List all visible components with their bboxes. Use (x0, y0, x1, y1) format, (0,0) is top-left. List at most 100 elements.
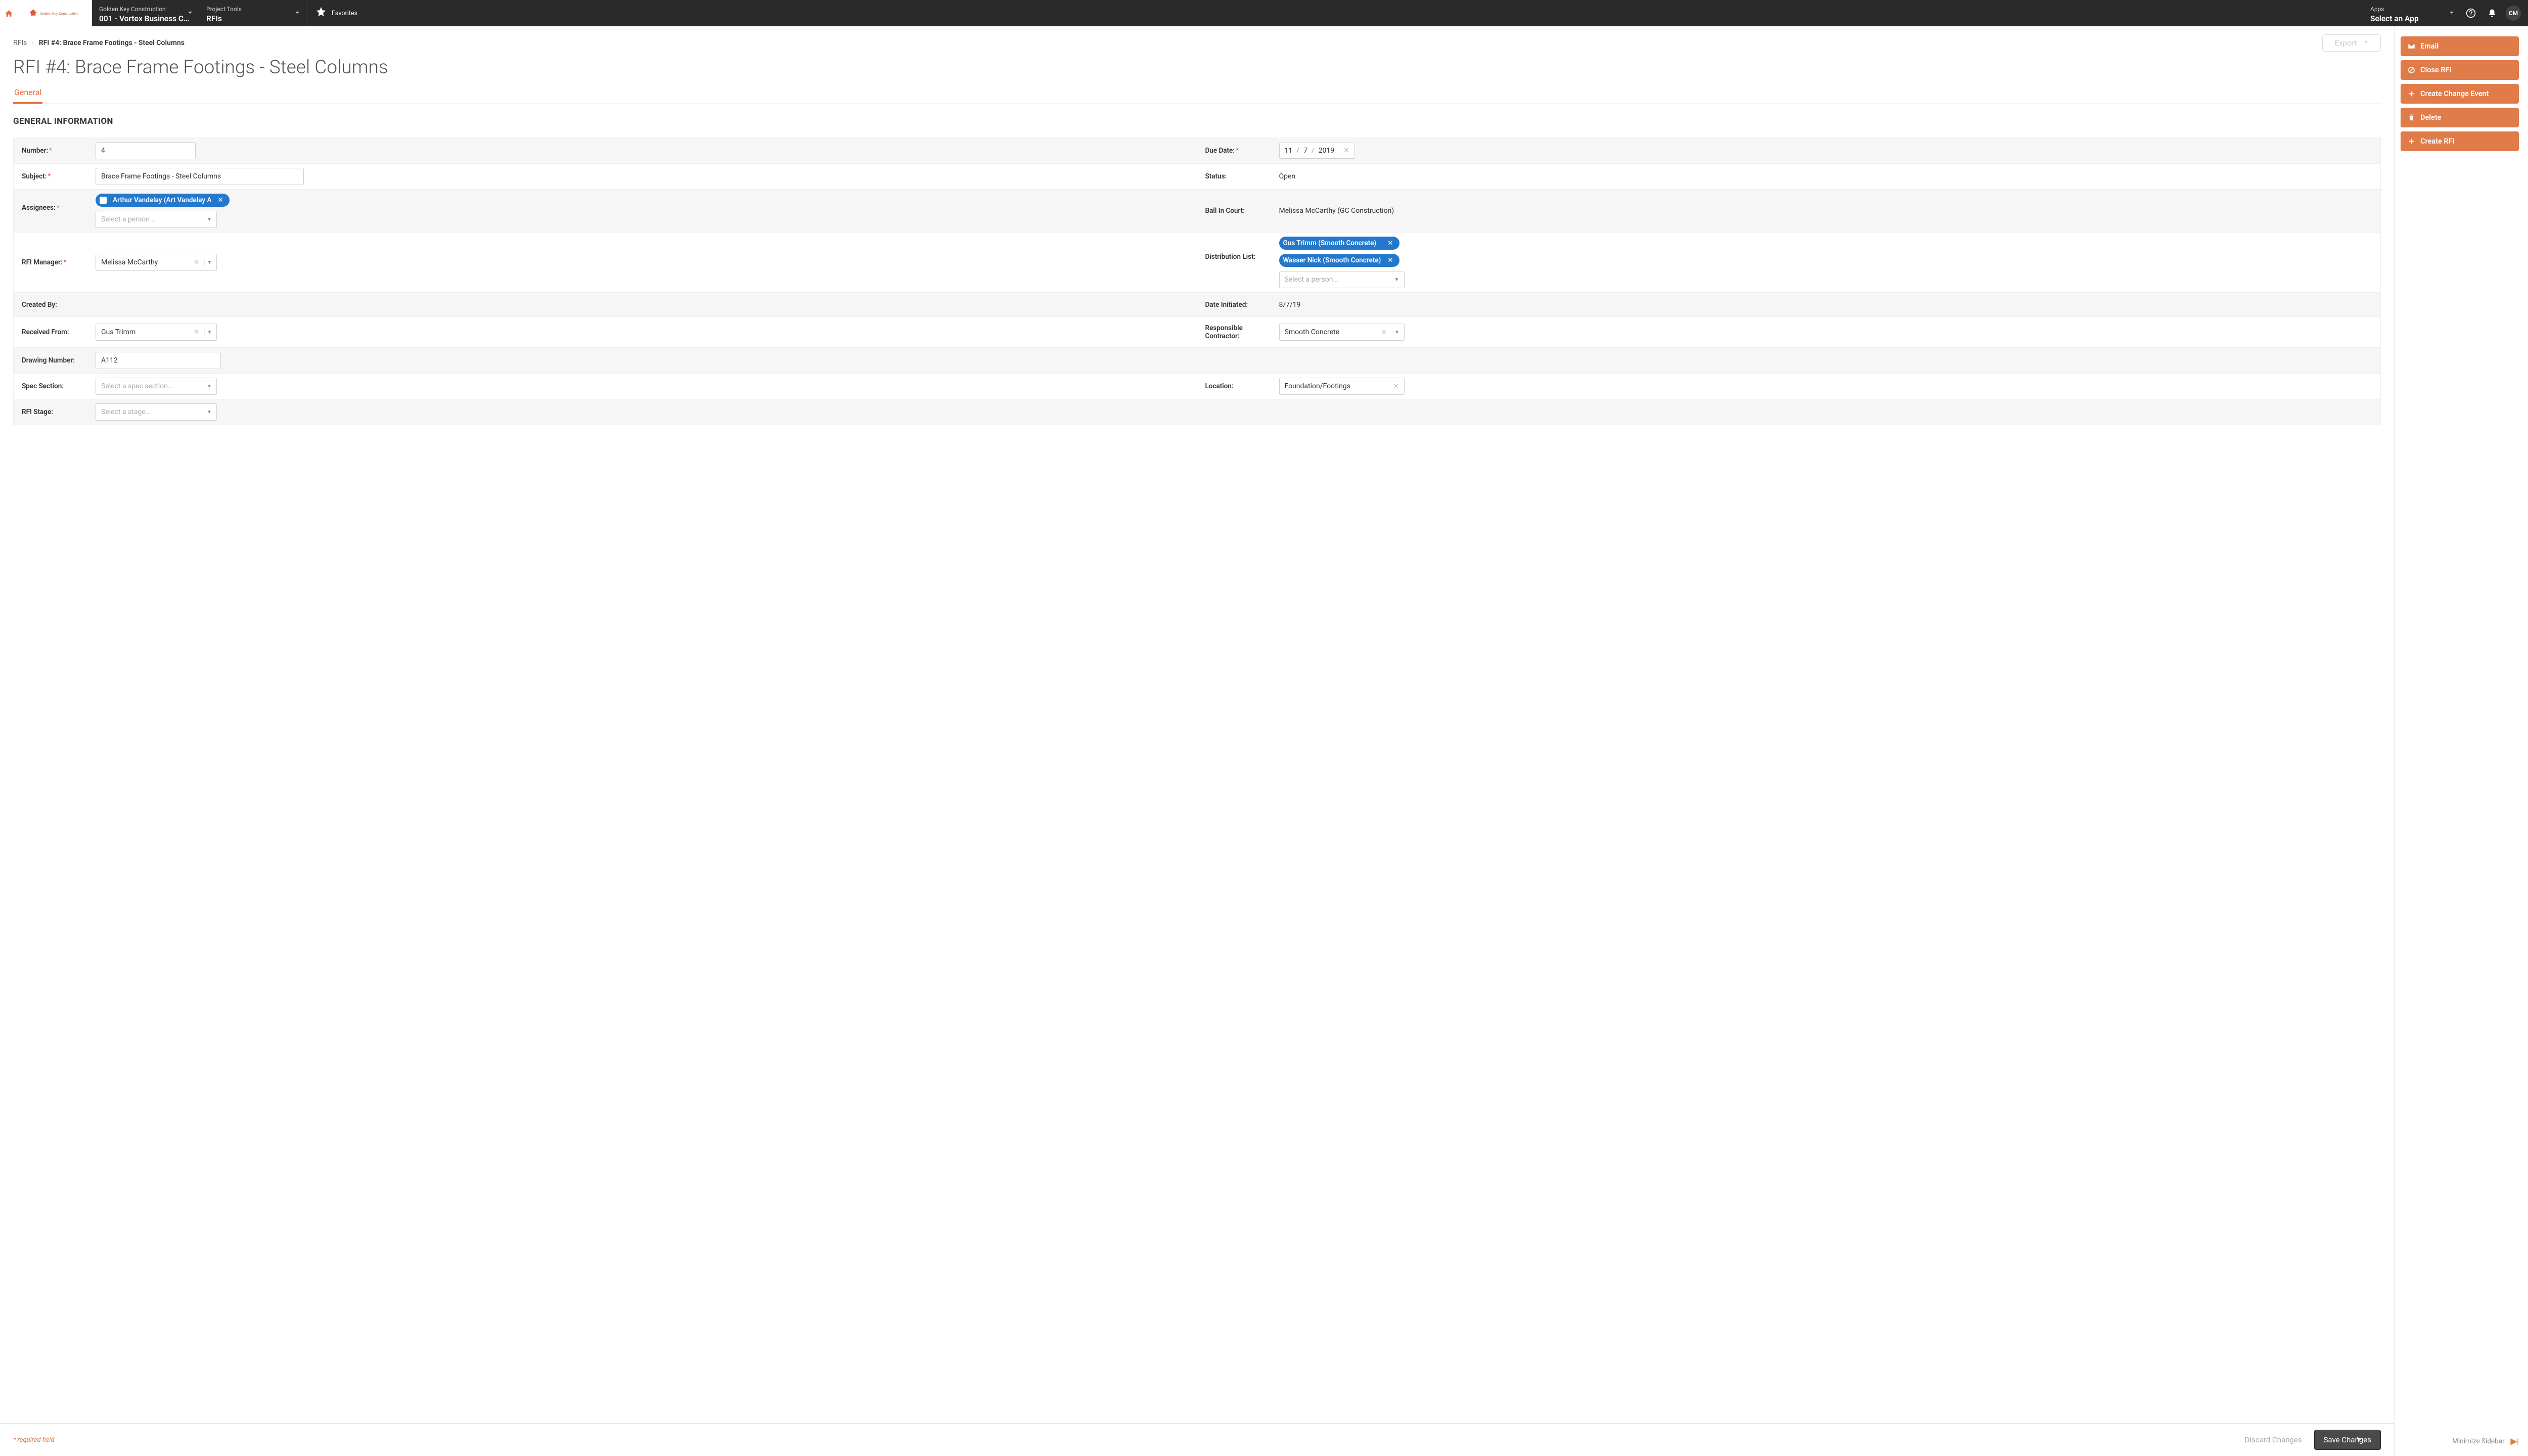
cursor-icon (2356, 1435, 2363, 1444)
responsible-contractor-combo[interactable]: Smooth Concrete ✕ ▼ (1279, 324, 1405, 341)
drawing-number-input[interactable] (96, 352, 221, 369)
apps-selector[interactable]: Apps Select an App (2363, 0, 2460, 26)
minimize-sidebar-button[interactable]: Minimize Sidebar ▶| (2401, 1426, 2519, 1446)
caret-down-icon: ▼ (204, 329, 214, 336)
distribution-add-combo[interactable]: Select a person... ▼ (1279, 271, 1405, 288)
created-by-value (96, 298, 1197, 312)
user-avatar[interactable]: CM (2506, 6, 2521, 21)
clear-date-icon[interactable]: ✕ (1343, 147, 1349, 155)
remove-chip-icon[interactable]: ✕ (1386, 256, 1394, 264)
row-rfi-stage: RFI Stage: Select a stage... ▼ (14, 399, 2380, 425)
assignee-chip-label: Arthur Vandelay (Art Vandelay A (113, 196, 212, 204)
favorites-label: Favorites (332, 10, 357, 17)
caret-down-icon (2449, 9, 2454, 17)
footer-bar: * required field Discard Changes Save Ch… (0, 1423, 2394, 1456)
favorites-button[interactable]: Favorites (306, 0, 367, 26)
clear-icon[interactable]: ✕ (1390, 383, 1402, 390)
breadcrumb: RFIs › RFI #4: Brace Frame Footings - St… (13, 39, 2322, 47)
label-ball-in-court: Ball In Court: (1197, 200, 1279, 222)
distribution-chip-label: Gus Trimm (Smooth Concrete) (1283, 239, 1377, 247)
label-distribution-list: Distribution List: (1197, 233, 1279, 268)
home-button[interactable] (0, 0, 17, 26)
star-icon (315, 6, 327, 20)
label-created-by: Created By: (14, 294, 96, 316)
collapse-icon: ▶| (2511, 1436, 2519, 1446)
delete-button[interactable]: Delete (2401, 108, 2519, 127)
clear-icon[interactable]: ✕ (191, 259, 202, 266)
avatar-initials: CM (2509, 10, 2518, 17)
spec-section-combo[interactable]: Select a spec section... ▼ (96, 378, 217, 395)
tab-general[interactable]: General (13, 87, 42, 104)
apps-selector-label: Apps (2370, 6, 2453, 13)
label-status: Status: (1197, 165, 1279, 188)
distribution-chip-label: Wasser Nick (Smooth Concrete) (1283, 256, 1381, 264)
save-changes-button[interactable]: Save Changes (2314, 1430, 2381, 1450)
project-selector-label: Golden Key Construction (99, 6, 192, 13)
company-logo[interactable]: Golden Key Construction (17, 0, 92, 26)
label-assignees: Assignees:* (14, 190, 96, 219)
tool-selector[interactable]: Project Tools RFIs (199, 0, 306, 26)
combo-placeholder: Select a person... (1285, 276, 1390, 284)
location-combo[interactable]: Foundation/Footings ✕ (1279, 378, 1405, 395)
required-field-note: * required field (13, 1436, 55, 1444)
general-form: Number:* Due Date:* 11 / 7 / (13, 138, 2381, 425)
tool-selector-label: Project Tools (206, 6, 299, 13)
distribution-chip: Wasser Nick (Smooth Concrete) ✕ (1279, 254, 1400, 267)
label-received-from: Received From: (14, 321, 96, 343)
combo-placeholder: Select a spec section... (101, 382, 202, 390)
date-month: 11 (1285, 147, 1293, 155)
label-rfi-manager: RFI Manager:* (14, 251, 96, 274)
assignee-chip: Arthur Vandelay (Art Vandelay A ✕ (96, 194, 230, 207)
caret-down-icon: ▼ (1392, 329, 1402, 336)
row-assignees-ballincourt: Assignees:* Arthur Vandelay (Art Vandela… (14, 190, 2380, 233)
combo-placeholder: Select a stage... (101, 408, 202, 416)
discard-changes-button[interactable]: Discard Changes (2238, 1430, 2309, 1449)
svg-text:Golden Key Construction: Golden Key Construction (40, 12, 77, 16)
create-change-event-label: Create Change Event (2420, 89, 2489, 98)
right-sidebar: Email Close RFI Create Change Event Dele… (2395, 26, 2528, 1456)
create-rfi-button[interactable]: Create RFI (2401, 131, 2519, 151)
label-date-initiated: Date Initiated: (1197, 294, 1279, 316)
breadcrumb-root[interactable]: RFIs (13, 39, 27, 47)
email-label: Email (2420, 42, 2439, 51)
clear-icon[interactable]: ✕ (191, 329, 202, 336)
subject-input[interactable] (96, 168, 304, 185)
assignee-add-combo[interactable]: Select a person... ▼ (96, 211, 217, 228)
project-selector[interactable]: Golden Key Construction 001 - Vortex Bus… (92, 0, 199, 26)
due-date-input[interactable]: 11 / 7 / 2019 ✕ (1279, 143, 1355, 159)
number-input[interactable] (96, 142, 196, 159)
create-rfi-label: Create RFI (2420, 137, 2455, 146)
remove-chip-icon[interactable]: ✕ (1386, 239, 1394, 247)
received-from-combo[interactable]: Gus Trimm ✕ ▼ (96, 324, 217, 341)
tab-bar: General (13, 87, 2381, 104)
row-manager-distribution: RFI Manager:* Melissa McCarthy ✕ ▼ Distr… (14, 233, 2380, 293)
row-receivedfrom-contractor: Received From: Gus Trimm ✕ ▼ Responsible… (14, 317, 2380, 348)
label-subject: Subject:* (14, 165, 96, 188)
breadcrumb-current: RFI #4: Brace Frame Footings - Steel Col… (39, 39, 185, 47)
label-due-date: Due Date:* (1197, 140, 1279, 162)
notifications-button[interactable] (2481, 0, 2503, 26)
export-label: Export (2335, 38, 2357, 48)
date-initiated-value: 8/7/19 (1279, 294, 2381, 316)
breadcrumb-row: RFIs › RFI #4: Brace Frame Footings - St… (13, 34, 2381, 52)
email-button[interactable]: Email (2401, 36, 2519, 56)
create-change-event-button[interactable]: Create Change Event (2401, 84, 2519, 104)
row-drawing-number: Drawing Number: (14, 348, 2380, 374)
rfi-stage-combo[interactable]: Select a stage... ▼ (96, 403, 217, 421)
caret-down-icon (2364, 40, 2368, 46)
combo-value: Foundation/Footings (1285, 382, 1388, 390)
caret-down-icon: ▼ (204, 408, 214, 416)
label-responsible-contractor: Responsible Contractor: (1197, 317, 1279, 347)
close-rfi-button[interactable]: Close RFI (2401, 60, 2519, 80)
remove-chip-icon[interactable]: ✕ (217, 196, 224, 204)
help-button[interactable] (2460, 0, 2481, 26)
section-heading: GENERAL INFORMATION (13, 116, 2381, 126)
caret-down-icon: ▼ (204, 216, 214, 223)
date-year: 2019 (1319, 147, 1334, 155)
export-button[interactable]: Export (2322, 34, 2381, 52)
rfi-manager-combo[interactable]: Melissa McCarthy ✕ ▼ (96, 254, 217, 271)
clear-icon[interactable]: ✕ (1378, 329, 1390, 336)
caret-down-icon: ▼ (204, 259, 214, 266)
ball-in-court-value: Melissa McCarthy (GC Construction) (1279, 200, 2381, 222)
caret-down-icon: ▼ (204, 383, 214, 390)
